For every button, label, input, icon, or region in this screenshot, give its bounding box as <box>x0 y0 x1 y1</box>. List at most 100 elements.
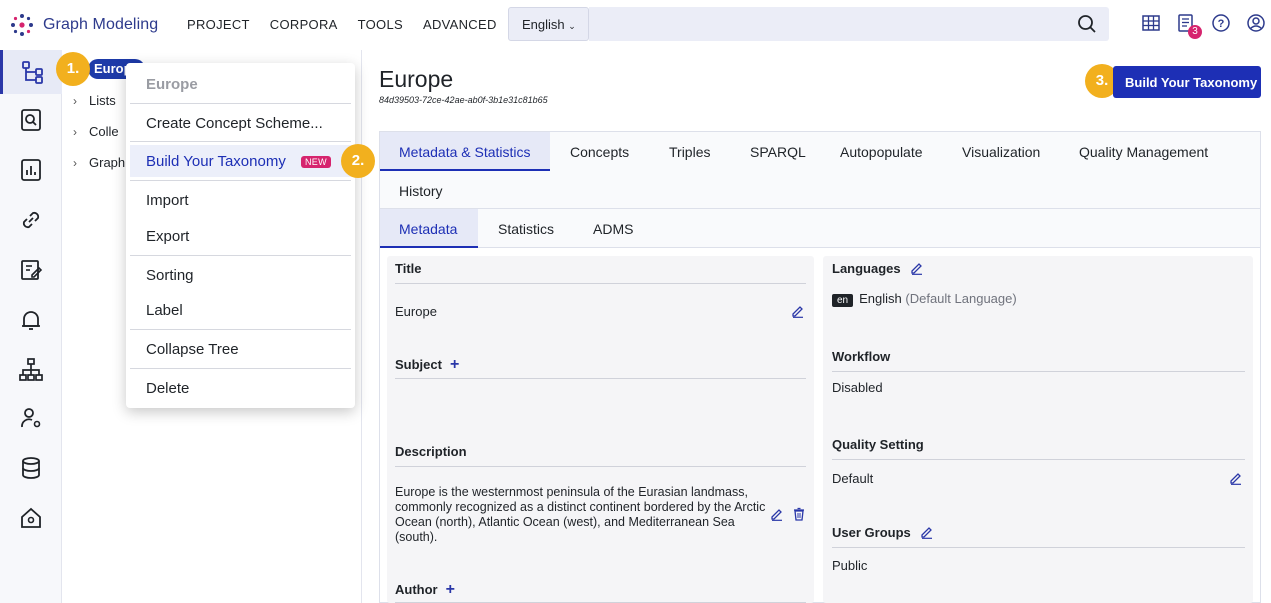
database-icon <box>22 457 40 479</box>
top-nav: PROJECT CORPORA TOOLS ADVANCED <box>187 17 517 32</box>
top-bar: Graph Modeling PROJECT CORPORA TOOLS ADV… <box>0 0 1271 50</box>
chevron-down-icon: ⌄ <box>568 21 576 31</box>
tab-concepts[interactable]: Concepts <box>570 144 629 160</box>
edit-pencil-icon[interactable] <box>910 261 924 275</box>
notifications-icon[interactable]: 3 <box>1176 13 1202 39</box>
page-title: Europe <box>379 66 454 92</box>
subject-label: Subject <box>395 357 442 372</box>
org-chart-icon <box>19 358 43 381</box>
language-select[interactable]: English ⌄ <box>508 7 589 41</box>
divider <box>832 547 1245 548</box>
rail-alerts[interactable] <box>0 298 62 342</box>
app-name: Graph Modeling <box>43 16 159 33</box>
subtab-statistics[interactable]: Statistics <box>498 221 554 237</box>
tree-item-label: Colle <box>89 124 119 139</box>
rail-user-settings[interactable] <box>0 396 62 440</box>
menu-divider <box>130 368 351 369</box>
user-groups-label: User Groups <box>832 525 911 540</box>
tab-history[interactable]: History <box>399 183 443 199</box>
menu-item-import[interactable]: Import <box>146 192 189 209</box>
svg-text:?: ? <box>1218 18 1225 30</box>
chevron-right-icon[interactable]: › <box>73 156 77 170</box>
tab-triples[interactable]: Triples <box>669 144 711 160</box>
sub-tabs: Metadata Statistics ADMS <box>379 209 1261 248</box>
rail-database[interactable] <box>0 446 62 490</box>
edit-pencil-icon[interactable] <box>791 304 805 318</box>
bell-icon <box>22 311 40 330</box>
rail-linking[interactable] <box>0 198 62 242</box>
language-select-value: English <box>522 17 565 32</box>
app-logo[interactable]: Graph Modeling <box>8 11 158 39</box>
chevron-right-icon[interactable]: › <box>73 94 77 108</box>
quality-setting-label: Quality Setting <box>832 437 924 452</box>
tree-item-label: Graph <box>89 155 126 170</box>
edit-document-icon <box>21 260 43 280</box>
workflow-label: Workflow <box>832 349 891 364</box>
tree-item-graphs[interactable]: › Graph <box>73 155 125 170</box>
tree-item-label: Lists <box>89 93 116 108</box>
author-label: Author <box>395 582 438 597</box>
nav-tools[interactable]: TOOLS <box>358 17 403 32</box>
trash-icon[interactable] <box>792 507 806 521</box>
nav-corpora[interactable]: CORPORA <box>270 17 338 32</box>
link-icon <box>22 211 40 229</box>
menu-divider <box>130 255 351 256</box>
edit-pencil-icon[interactable] <box>770 507 784 521</box>
tree-item-collections[interactable]: › Colle <box>73 124 119 139</box>
rail-reports[interactable] <box>0 148 62 192</box>
grid-icon[interactable] <box>1141 13 1163 35</box>
left-rail <box>0 50 62 603</box>
context-menu: Europe Create Concept Scheme... Build Yo… <box>126 63 355 408</box>
author-label-row: Author + <box>395 581 455 599</box>
chevron-right-icon[interactable]: › <box>73 125 77 139</box>
tab-visualization[interactable]: Visualization <box>962 144 1040 160</box>
rail-structure[interactable] <box>0 348 62 392</box>
languages-label: Languages <box>832 261 901 276</box>
edit-pencil-icon[interactable] <box>1229 471 1243 485</box>
tab-autopopulate[interactable]: Autopopulate <box>840 144 923 160</box>
menu-item-sorting[interactable]: Sorting <box>146 267 194 284</box>
search-input[interactable] <box>589 7 1109 41</box>
language-name: English <box>859 291 902 306</box>
tab-sparql[interactable]: SPARQL <box>750 144 806 160</box>
tab-quality-management[interactable]: Quality Management <box>1079 144 1208 160</box>
menu-item-build-your-taxonomy[interactable]: Build Your Taxonomy <box>146 153 286 170</box>
menu-item-create-concept-scheme[interactable]: Create Concept Scheme... <box>146 115 323 132</box>
top-icons: 3 ? <box>1141 13 1268 39</box>
user-account-icon[interactable] <box>1246 13 1268 35</box>
menu-item-delete[interactable]: Delete <box>146 380 189 397</box>
search-icon[interactable] <box>1077 14 1097 34</box>
quality-setting-value: Default <box>832 471 874 486</box>
subtab-metadata[interactable]: Metadata <box>380 209 478 248</box>
step-marker-1: 1. <box>56 52 90 86</box>
menu-divider <box>130 103 351 104</box>
hierarchy-icon <box>21 61 43 84</box>
rail-search-docs[interactable] <box>0 98 62 142</box>
subject-label-row: Subject + <box>395 356 459 374</box>
user-groups-value: Public <box>832 558 868 573</box>
menu-item-label[interactable]: Label <box>146 302 183 319</box>
rail-edit[interactable] <box>0 248 62 292</box>
rail-home-settings[interactable] <box>0 496 62 540</box>
subtab-adms[interactable]: ADMS <box>593 221 633 237</box>
add-subject-icon[interactable]: + <box>450 356 459 373</box>
menu-item-collapse-tree[interactable]: Collapse Tree <box>146 341 239 358</box>
notification-badge: 3 <box>1188 25 1202 39</box>
add-author-icon[interactable]: + <box>446 581 455 598</box>
build-taxonomy-button[interactable]: Build Your Taxonomy <box>1113 66 1261 98</box>
title-value: Europe <box>395 304 437 319</box>
tree-item-lists[interactable]: › Lists <box>73 93 116 108</box>
rail-taxonomy[interactable] <box>0 50 62 94</box>
menu-item-export[interactable]: Export <box>146 228 189 245</box>
nav-project[interactable]: PROJECT <box>187 17 250 32</box>
new-badge: NEW <box>301 156 331 168</box>
nav-advanced[interactable]: ADVANCED <box>423 17 497 32</box>
description-label: Description <box>395 444 467 459</box>
context-menu-header: Europe <box>146 76 198 93</box>
divider <box>395 283 806 284</box>
document-search-icon <box>21 109 41 131</box>
edit-pencil-icon[interactable] <box>920 525 934 539</box>
help-icon[interactable]: ? <box>1211 13 1233 35</box>
languages-label-row: Languages <box>832 261 924 276</box>
tab-metadata-statistics[interactable]: Metadata & Statistics <box>380 132 550 171</box>
